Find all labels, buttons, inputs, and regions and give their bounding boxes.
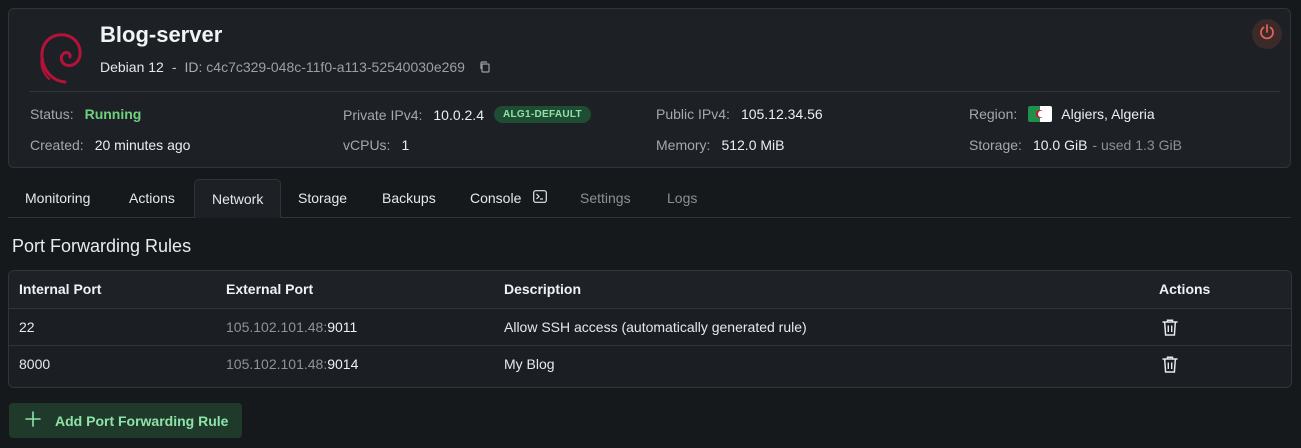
server-id: c4c7c329-048c-11f0-a113-52540030e269 [206, 59, 465, 75]
external-port: 105.102.101.48:9011 [226, 309, 357, 346]
table-row: 8000 105.102.101.48:9014 My Blog [9, 345, 1291, 383]
private-ipv4-label: Private IPv4: [343, 106, 423, 123]
external-port-number: 9014 [327, 356, 359, 372]
subline-dash: - [171, 59, 177, 75]
rule-description: Allow SSH access (automatically generate… [504, 319, 807, 335]
region-label: Region: [969, 106, 1018, 122]
external-port-number: 9011 [327, 319, 358, 335]
table-row: 22 105.102.101.48:9011 Allow SSH access … [9, 308, 1291, 346]
status-value: Running [84, 106, 142, 122]
storage-value: 10.0 GiB [1032, 137, 1088, 153]
tab-monitoring[interactable]: Monitoring [8, 179, 107, 217]
rule-description: My Blog [504, 356, 555, 372]
memory-value: 512.0 MiB [721, 137, 785, 153]
tab-console[interactable]: Console [453, 179, 564, 217]
server-name: Blog-server [100, 22, 223, 47]
external-ip: 105.102.101.48: [226, 356, 328, 372]
vcpus-field: vCPUs: 1 [343, 137, 409, 153]
external-port: 105.102.101.48:9014 [226, 346, 358, 383]
server-os: Debian 12 [100, 59, 164, 75]
network-badge: ALG1-DEFAULT [493, 106, 591, 123]
trash-icon[interactable] [1161, 318, 1179, 340]
public-ipv4-value: 105.12.34.56 [740, 106, 823, 122]
created-value: 20 minutes ago [94, 137, 191, 153]
tab-actions[interactable]: Actions [112, 179, 192, 217]
status-label: Status: [30, 106, 74, 122]
debian-logo-icon [35, 29, 87, 87]
plus-icon [25, 411, 41, 430]
memory-label: Memory: [656, 137, 711, 153]
trash-icon[interactable] [1161, 355, 1179, 377]
storage-label: Storage: [969, 137, 1022, 153]
port-forwarding-table: Internal Port External Port Description … [8, 270, 1292, 388]
created-label: Created: [30, 137, 84, 153]
column-external-port: External Port [226, 281, 314, 297]
copy-icon[interactable] [479, 60, 491, 76]
region-value: Algiers, Algeria [1061, 106, 1155, 122]
tab-bar: Monitoring Actions Network Storage Backu… [8, 179, 1291, 218]
status-field: Status: Running [30, 106, 141, 122]
add-button-label: Add Port Forwarding Rule [55, 412, 229, 429]
tab-settings[interactable]: Settings [563, 179, 648, 217]
external-ip: 105.102.101.48: [226, 319, 328, 335]
card-divider [29, 91, 1280, 92]
memory-field: Memory: 512.0 MiB [656, 137, 785, 153]
private-ipv4-field: Private IPv4: 10.0.2.4 ALG1-DEFAULT [343, 106, 591, 123]
public-ipv4-field: Public IPv4: 105.12.34.56 [656, 106, 823, 122]
add-port-forwarding-rule-button[interactable]: Add Port Forwarding Rule [9, 403, 242, 438]
server-id-label: ID: [184, 59, 203, 75]
vcpus-label: vCPUs: [343, 137, 391, 153]
tab-console-label: Console [470, 190, 522, 206]
terminal-icon [533, 179, 548, 217]
column-actions: Actions [1159, 281, 1211, 297]
storage-field: Storage: 10.0 GiB - used 1.3 GiB [969, 137, 1182, 153]
server-card: Blog-server Debian 12- ID: c4c7c329-048c-… [8, 8, 1291, 168]
vcpus-value: 1 [401, 137, 410, 153]
region-field: Region: Algiers, Algeria [969, 106, 1155, 122]
internal-port: 22 [19, 319, 35, 335]
power-button[interactable] [1252, 19, 1282, 49]
tab-storage[interactable]: Storage [281, 179, 364, 217]
column-internal-port: Internal Port [19, 281, 102, 297]
table-header: Internal Port External Port Description … [9, 271, 1291, 308]
tab-logs[interactable]: Logs [650, 179, 714, 217]
internal-port: 8000 [19, 356, 51, 372]
storage-used: - used 1.3 GiB [1092, 137, 1182, 153]
server-subline: Debian 12- ID: c4c7c329-048c-11f0-a113-52… [100, 59, 491, 76]
tab-backups[interactable]: Backups [365, 179, 453, 217]
power-icon [1258, 23, 1276, 46]
created-field: Created: 20 minutes ago [30, 137, 190, 153]
public-ipv4-label: Public IPv4: [656, 106, 730, 122]
column-description: Description [504, 281, 582, 297]
private-ipv4-value: 10.0.2.4 [433, 106, 484, 123]
tab-network[interactable]: Network [194, 179, 282, 218]
algeria-flag-icon [1028, 106, 1053, 122]
section-title: Port Forwarding Rules [12, 236, 192, 256]
